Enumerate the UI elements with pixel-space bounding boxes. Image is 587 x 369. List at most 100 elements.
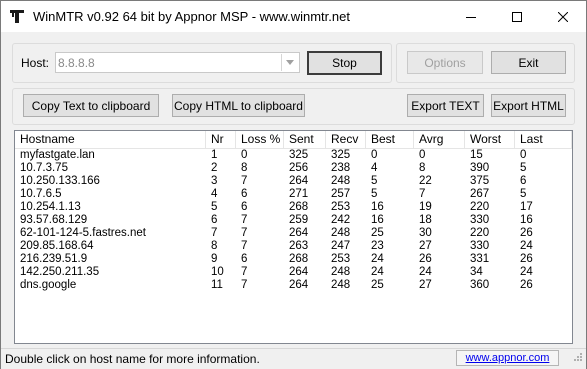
table-cell: 268 <box>289 201 309 213</box>
table-cell: 25 <box>371 279 384 291</box>
table-cell: 26 <box>419 253 432 265</box>
column-header-sent[interactable]: Sent <box>284 131 326 148</box>
hostname-cell[interactable]: 62-101-124-5.fastres.net <box>15 227 206 240</box>
hostname-cell[interactable]: 142.250.211.35 <box>15 266 206 279</box>
column-header-recv[interactable]: Recv <box>326 131 366 148</box>
table-row[interactable]: 10.254.1.13 5 6 268 253 16 19 220 17 <box>15 201 572 214</box>
column-header-best[interactable]: Best <box>366 131 414 148</box>
table-cell: 248 <box>331 175 351 187</box>
table-cell: 6 <box>520 175 527 187</box>
trace-results-list[interactable]: Hostname Nr Loss % Sent Recv Best Avrg Worst Las… <box>14 130 573 344</box>
hostname-cell[interactable]: 209.85.168.64 <box>15 240 206 253</box>
table-cell: 7 <box>241 279 248 291</box>
table-cell: 248 <box>331 227 351 239</box>
table-cell: 267 <box>470 188 490 200</box>
table-row[interactable]: dns.google 11 7 264 248 25 27 360 26 <box>15 279 572 292</box>
app-icon <box>9 9 25 24</box>
status-text: Double click on host name for more infor… <box>5 352 260 366</box>
winmtr-window: WinMTR v0.92 64 bit by Appnor MSP - www.… <box>0 0 587 369</box>
title-bar[interactable]: WinMTR v0.92 64 bit by Appnor MSP - www.… <box>1 1 586 32</box>
table-cell: 8 <box>419 162 426 174</box>
hostname-cell[interactable]: 10.250.133.166 <box>15 175 206 188</box>
table-row[interactable]: 10.7.6.5 4 6 271 257 5 7 267 5 <box>15 188 572 201</box>
combo-dropdown-button[interactable] <box>281 54 298 71</box>
table-row[interactable]: myfastgate.lan 1 0 325 325 0 0 15 0 <box>15 149 572 162</box>
table-row[interactable]: 93.57.68.129 6 7 259 242 16 18 330 16 <box>15 214 572 227</box>
table-cell: 7 <box>419 188 426 200</box>
column-header-worst[interactable]: Worst <box>465 131 515 148</box>
table-cell: 5 <box>520 162 527 174</box>
maximize-button[interactable] <box>494 1 540 32</box>
table-cell: 257 <box>331 188 351 200</box>
table-cell: 24 <box>520 240 533 252</box>
column-header-loss[interactable]: Loss % <box>236 131 284 148</box>
table-cell: 25 <box>371 227 384 239</box>
host-label: Host: <box>21 56 50 70</box>
table-cell: 0 <box>241 149 248 161</box>
maximize-icon <box>512 11 522 22</box>
table-cell: 3 <box>211 175 218 187</box>
table-cell: 330 <box>470 240 490 252</box>
column-header-hostname[interactable]: Hostname <box>15 131 206 148</box>
table-cell: 4 <box>211 188 218 200</box>
exit-button[interactable]: Exit <box>491 51 566 74</box>
table-row[interactable]: 142.250.211.35 10 7 264 248 24 24 34 24 <box>15 266 572 279</box>
table-cell: 5 <box>211 201 218 213</box>
table-cell: 238 <box>331 162 351 174</box>
hostname-cell[interactable]: 10.7.3.75 <box>15 162 206 175</box>
hostname-cell[interactable]: 10.7.6.5 <box>15 188 206 201</box>
table-cell: 6 <box>241 188 248 200</box>
table-cell: 375 <box>470 175 490 187</box>
table-cell: 268 <box>289 253 309 265</box>
table-cell: 264 <box>289 227 309 239</box>
table-cell: 220 <box>470 201 490 213</box>
table-cell: 9 <box>211 253 218 265</box>
resize-grip-icon[interactable] <box>571 352 583 364</box>
minimize-button[interactable] <box>448 1 494 32</box>
stop-button[interactable]: Stop <box>307 51 382 75</box>
host-combobox[interactable] <box>55 52 300 73</box>
table-cell: 390 <box>470 162 490 174</box>
table-cell: 0 <box>419 149 426 161</box>
column-header-avrg[interactable]: Avrg <box>414 131 465 148</box>
chevron-down-icon <box>286 60 294 65</box>
table-cell: 8 <box>211 240 218 252</box>
table-cell: 7 <box>211 227 218 239</box>
table-cell: 24 <box>520 266 533 278</box>
hostname-cell[interactable]: myfastgate.lan <box>15 149 206 162</box>
table-row[interactable]: 209.85.168.64 8 7 263 247 23 27 330 24 <box>15 240 572 253</box>
table-cell: 24 <box>419 266 432 278</box>
copy-text-button[interactable]: Copy Text to clipboard <box>23 94 159 117</box>
table-cell: 15 <box>470 149 483 161</box>
table-row[interactable]: 216.239.51.9 9 6 268 253 24 26 331 26 <box>15 253 572 266</box>
hostname-cell[interactable]: 216.239.51.9 <box>15 253 206 266</box>
table-cell: 5 <box>520 188 527 200</box>
table-cell: 24 <box>371 266 384 278</box>
options-button[interactable]: Options <box>407 51 483 74</box>
hostname-cell[interactable]: 10.254.1.13 <box>15 201 206 214</box>
table-cell: 23 <box>371 240 384 252</box>
status-bar: Double click on host name for more infor… <box>1 348 586 369</box>
column-header-nr[interactable]: Nr <box>206 131 236 148</box>
export-text-button[interactable]: Export TEXT <box>407 94 484 117</box>
table-cell: 5 <box>371 188 378 200</box>
hostname-cell[interactable]: 93.57.68.129 <box>15 214 206 227</box>
appnor-link[interactable]: www.appnor.com <box>456 350 559 366</box>
table-cell: 264 <box>289 175 309 187</box>
table-cell: 253 <box>331 201 351 213</box>
table-cell: 0 <box>520 149 527 161</box>
export-html-button[interactable]: Export HTML <box>491 94 566 117</box>
table-row[interactable]: 10.250.133.166 3 7 264 248 5 22 375 6 <box>15 175 572 188</box>
copy-html-button[interactable]: Copy HTML to clipboard <box>172 94 305 117</box>
table-cell: 330 <box>470 214 490 226</box>
table-cell: 360 <box>470 279 490 291</box>
table-cell: 26 <box>520 227 533 239</box>
host-input[interactable] <box>58 55 280 70</box>
column-header-last[interactable]: Last <box>515 131 572 148</box>
table-row[interactable]: 10.7.3.75 2 8 256 238 4 8 390 5 <box>15 162 572 175</box>
hostname-cell[interactable]: dns.google <box>15 279 206 292</box>
close-button[interactable] <box>540 1 586 32</box>
table-cell: 2 <box>211 162 218 174</box>
table-cell: 7 <box>241 227 248 239</box>
table-row[interactable]: 62-101-124-5.fastres.net 7 7 264 248 25 30 220 2… <box>15 227 572 240</box>
